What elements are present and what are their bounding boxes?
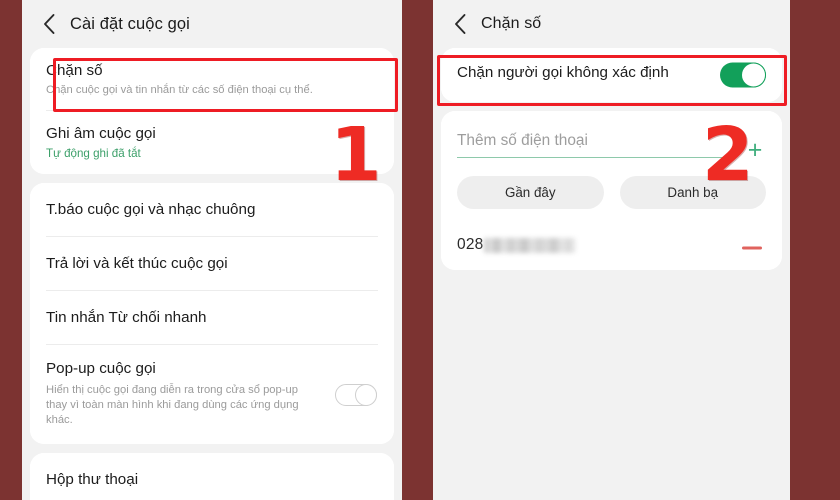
block-unknown-callers-card: Chặn người gọi không xác định xyxy=(441,48,782,102)
step-number-two: 2 xyxy=(702,112,754,198)
setting-row-answer-end-calls[interactable]: Trả lời và kết thúc cuộc gọi xyxy=(30,237,394,291)
setting-row-block-numbers[interactable]: Chặn số Chặn cuộc gọi và tin nhắn từ các… xyxy=(30,48,394,111)
setting-title: Trả lời và kết thúc cuộc gọi xyxy=(46,255,228,272)
chevron-left-icon[interactable] xyxy=(34,9,64,39)
right-header: Chặn số xyxy=(433,0,790,48)
blocked-number-masked-digits xyxy=(484,237,577,253)
setting-title: Hộp thư thoại xyxy=(46,471,139,488)
card-gap xyxy=(22,444,402,453)
toggle-knob xyxy=(741,62,766,88)
left-phone-screen: Cài đặt cuộc gọi Chặn số Chặn cuộc gọi v… xyxy=(22,0,402,500)
left-header: Cài đặt cuộc gọi xyxy=(22,0,402,48)
setting-row-call-popup[interactable]: Pop-up cuộc gọi Hiển thị cuộc gọi đang d… xyxy=(30,345,394,444)
chevron-left-icon[interactable] xyxy=(445,9,475,39)
setting-title: Tin nhắn Từ chối nhanh xyxy=(46,309,207,326)
left-page-title: Cài đặt cuộc gọi xyxy=(70,14,190,33)
blocked-number-row[interactable]: 028 xyxy=(441,225,782,271)
card-gap xyxy=(433,102,790,111)
add-number-input-wrap[interactable]: Thêm số điện thoại xyxy=(457,129,725,159)
setting-title: Ghi âm cuộc gọi xyxy=(46,125,156,142)
setting-title: Pop-up cuộc gọi xyxy=(46,360,156,377)
add-number-input[interactable]: Thêm số điện thoại xyxy=(457,129,725,153)
blocked-number-text: 028 xyxy=(457,236,484,254)
input-underline xyxy=(457,157,725,159)
toggle-knob xyxy=(355,383,377,406)
block-unknown-callers-row[interactable]: Chặn người gọi không xác định xyxy=(441,48,782,102)
right-page-title: Chặn số xyxy=(481,15,542,32)
screenshot-root: Cài đặt cuộc gọi Chặn số Chặn cuộc gọi v… xyxy=(0,0,840,500)
settings-card-voicemail: Hộp thư thoại xyxy=(30,453,394,500)
block-unknown-callers-label: Chặn người gọi không xác định xyxy=(457,64,669,81)
chip-recent[interactable]: Gần đây xyxy=(457,176,604,210)
setting-row-quick-decline-messages[interactable]: Tin nhắn Từ chối nhanh xyxy=(30,291,394,345)
chip-label: Gần đây xyxy=(504,185,556,201)
right-phone-screen: Chặn số Chặn người gọi không xác định Th… xyxy=(433,0,790,500)
setting-title: Chặn số xyxy=(46,62,103,79)
setting-subtitle: Tự động ghi đã tắt xyxy=(46,147,141,160)
setting-subtitle: Hiển thị cuộc gọi đang diễn ra trong cửa… xyxy=(46,384,299,426)
minus-icon[interactable] xyxy=(742,246,762,250)
setting-subtitle: Chặn cuộc gọi và tin nhắn từ các số điện… xyxy=(46,84,313,96)
settings-card-secondary: T.báo cuộc gọi và nhạc chuông Trả lời và… xyxy=(30,183,394,444)
step-number-one: 1 xyxy=(330,112,382,198)
setting-title: T.báo cuộc gọi và nhạc chuông xyxy=(46,201,256,218)
setting-row-voicemail[interactable]: Hộp thư thoại xyxy=(30,453,394,500)
block-unknown-callers-toggle[interactable] xyxy=(720,62,766,88)
call-popup-toggle[interactable] xyxy=(335,383,377,406)
